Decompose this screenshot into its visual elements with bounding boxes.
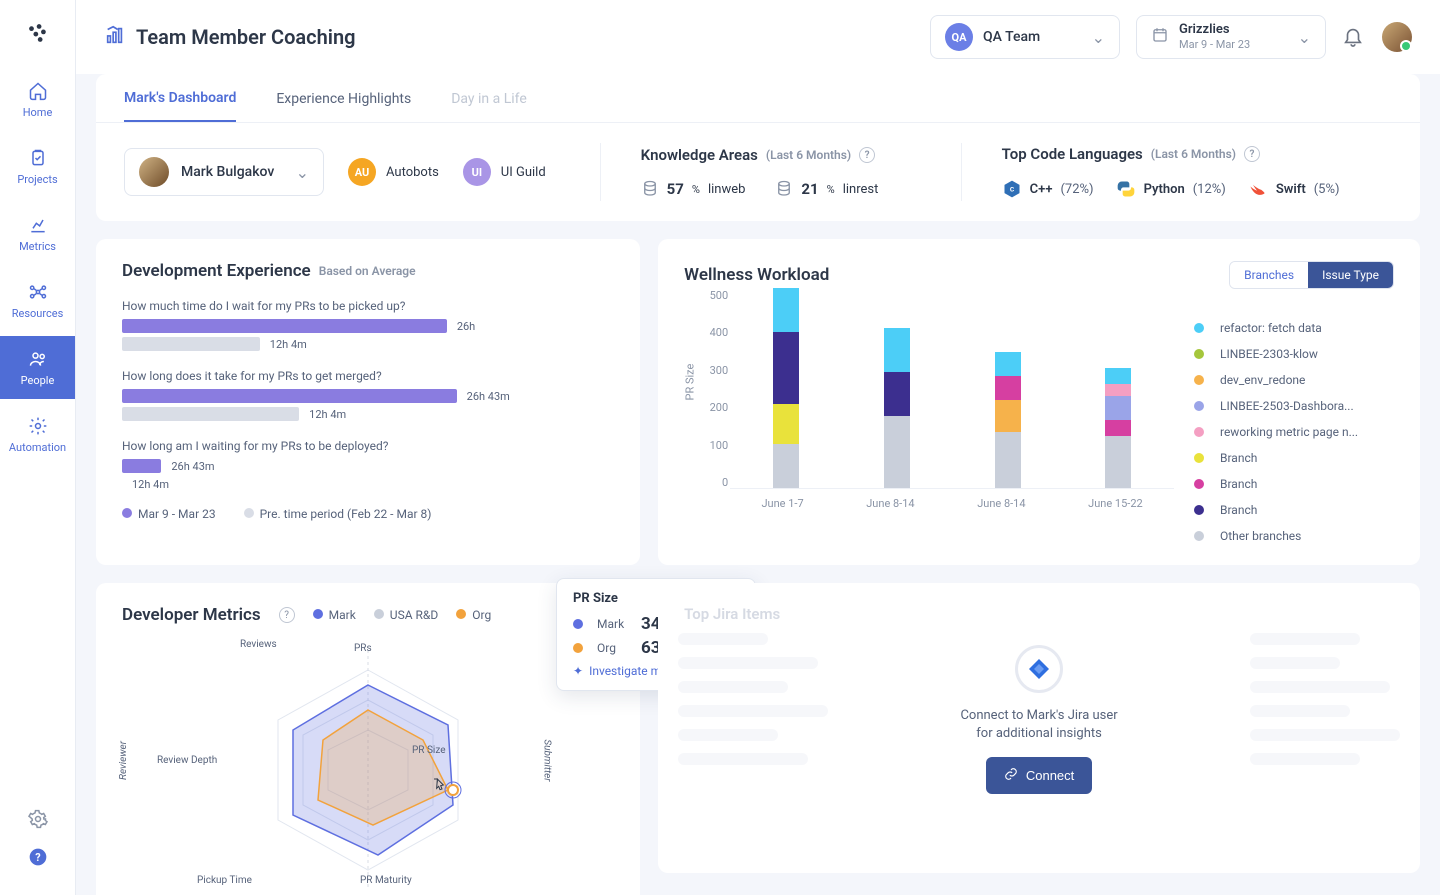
team-chip-label: UI Guild (501, 165, 546, 180)
nav-label: Home (23, 106, 53, 119)
clipboard-icon (27, 147, 49, 169)
tab-day-in-life: Day in a Life (451, 91, 527, 121)
nav-metrics[interactable]: Metrics (0, 202, 75, 265)
toggle-issue-type[interactable]: Issue Type (1308, 262, 1393, 288)
tab-dashboard[interactable]: Mark's Dashboard (124, 90, 236, 122)
person-avatar (139, 157, 169, 187)
wellness-card: Wellness Workload Branches Issue Type PR… (658, 239, 1420, 565)
team-chip-label: Autobots (386, 165, 439, 180)
chevron-down-icon: ⌄ (296, 163, 309, 182)
lightbulb-icon: ✦ (573, 664, 583, 678)
topbar: Team Member Coaching QA QA Team ⌄ Grizzl… (76, 0, 1440, 74)
jira-message: Connect to Mark's Jira user for addition… (960, 707, 1117, 743)
dev-metrics-card: Developer Metrics ? Mark USA R&D Org (96, 583, 640, 895)
jira-title: Top Jira Items (684, 605, 780, 623)
help-icon[interactable]: ? (1244, 146, 1260, 162)
wellness-title: Wellness Workload (684, 265, 829, 285)
connect-button[interactable]: Connect (986, 757, 1092, 794)
team-dropdown[interactable]: QA QA Team ⌄ (930, 15, 1120, 59)
team-chip-autobots: AU (348, 158, 376, 186)
wellness-chart: PR Size 5004003002001000 June 1-7June 8-… (684, 289, 1174, 519)
page-title: Team Member Coaching (136, 25, 356, 49)
cursor-icon (432, 777, 448, 797)
svg-text:?: ? (35, 851, 40, 864)
help-icon[interactable]: ? (279, 607, 295, 623)
nav-label: Automation (9, 441, 66, 454)
link-icon (1004, 767, 1018, 784)
devmetrics-legend: Mark USA R&D Org (313, 608, 492, 622)
nodes-icon (27, 281, 49, 303)
coaching-icon (104, 24, 126, 50)
devexp-legend: Mar 9 - Mar 23 Pre. time period (Feb 22 … (122, 507, 614, 521)
wellness-toggle[interactable]: Branches Issue Type (1229, 261, 1394, 289)
people-icon (27, 348, 49, 370)
nav-label: People (21, 374, 55, 387)
radar-chart: Reviews PRs PR Size PR Maturity Pickup T… (122, 635, 614, 895)
person-dropdown[interactable]: Mark Bulgakov ⌄ (124, 148, 324, 196)
help-icon[interactable]: ? (859, 147, 875, 163)
knowledge-item: 21% linrest (775, 180, 878, 198)
lang-swift: Swift(5%) (1248, 179, 1340, 199)
y-axis-label: PR Size (684, 364, 697, 401)
nav-label: Resources (12, 307, 64, 320)
svg-text:C: C (1009, 186, 1014, 194)
nav-label: Metrics (19, 240, 56, 253)
lang-cpp: C C++(72%) (1002, 179, 1094, 199)
nav-automation[interactable]: Automation (0, 403, 75, 466)
team-chip-uiguild: UI (463, 158, 491, 186)
knowledge-title: Knowledge Areas (Last 6 Months) ? (641, 146, 921, 164)
nav-home[interactable]: Home (0, 68, 75, 131)
primary-nav: Home Projects Metrics Resources People A… (0, 68, 75, 809)
gear-icon (27, 415, 49, 437)
profile-card: Mark's Dashboard Experience Highlights D… (96, 74, 1420, 221)
house-icon (27, 80, 49, 102)
devexp-subtitle: Based on Average (319, 264, 416, 278)
chart-icon (27, 214, 49, 236)
calendar-icon (1151, 26, 1169, 48)
wellness-legend: refactor: fetch dataLINBEE-2303-klowdev_… (1194, 321, 1394, 543)
team-label: QA Team (983, 29, 1040, 45)
dev-experience-card: Development Experience Based on Average … (96, 239, 640, 565)
help-icon[interactable]: ? (28, 847, 48, 867)
tabs: Mark's Dashboard Experience Highlights D… (96, 74, 1420, 123)
chevron-down-icon: ⌄ (1298, 28, 1311, 47)
devexp-title: Development Experience (122, 261, 311, 281)
toggle-branches[interactable]: Branches (1230, 262, 1308, 288)
nav-label: Projects (17, 173, 57, 186)
sidebar: Home Projects Metrics Resources People A… (0, 0, 76, 895)
team-chips: AU Autobots UI UI Guild (348, 158, 560, 186)
tab-highlights[interactable]: Experience Highlights (276, 91, 411, 121)
nav-people[interactable]: People (0, 336, 75, 399)
jira-icon (1015, 645, 1063, 693)
period-dates: Mar 9 - Mar 23 (1179, 38, 1250, 51)
app-logo (23, 18, 53, 48)
knowledge-item: 57% linweb (641, 180, 746, 198)
chevron-down-icon: ⌄ (1092, 28, 1105, 47)
lang-python: Python(12%) (1116, 179, 1226, 199)
nav-resources[interactable]: Resources (0, 269, 75, 332)
languages-title: Top Code Languages (Last 6 Months) ? (1002, 145, 1392, 163)
jira-card: Top Jira Items Connect to Mark's Jira us… (658, 583, 1420, 873)
period-label: Grizzlies (1179, 23, 1250, 37)
user-avatar[interactable] (1382, 22, 1412, 52)
person-name: Mark Bulgakov (181, 164, 274, 180)
team-badge: QA (945, 23, 973, 51)
devmetrics-title: Developer Metrics (122, 605, 261, 625)
nav-projects[interactable]: Projects (0, 135, 75, 198)
notifications-icon[interactable] (1342, 25, 1366, 49)
period-dropdown[interactable]: Grizzlies Mar 9 - Mar 23 ⌄ (1136, 15, 1326, 59)
settings-icon[interactable] (28, 809, 48, 829)
